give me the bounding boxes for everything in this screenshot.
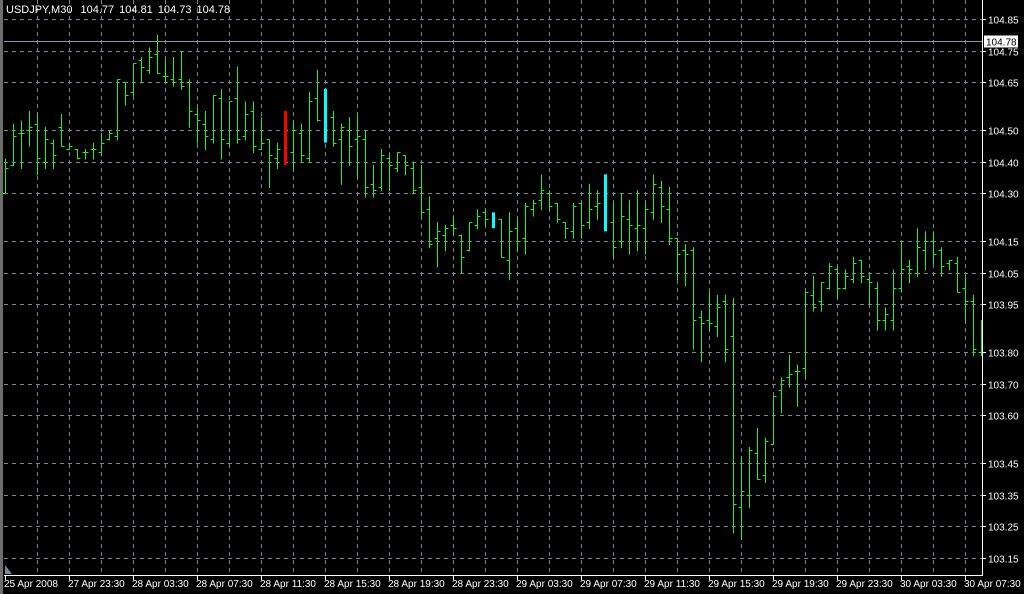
ohlc-bar bbox=[604, 174, 607, 232]
chart-background bbox=[0, 0, 1024, 594]
price-tick-label: 103.15 bbox=[988, 555, 1019, 566]
time-tick-label: 28 Apr 03:30 bbox=[132, 579, 189, 590]
time-tick-label: 29 Apr 23:30 bbox=[836, 579, 893, 590]
price-tick-label: 104.40 bbox=[988, 159, 1019, 170]
highlighted-bar bbox=[492, 212, 495, 229]
price-tick-label: 103.25 bbox=[988, 523, 1019, 534]
price-tick-label: 103.45 bbox=[988, 460, 1019, 471]
price-tick-label: 104.75 bbox=[988, 48, 1019, 59]
time-tick-label: 28 Apr 11:30 bbox=[260, 579, 316, 590]
ohlc-bar bbox=[492, 212, 495, 229]
price-tick-label: 103.70 bbox=[988, 381, 1019, 392]
open-value: 104.77 bbox=[80, 4, 115, 16]
time-tick-label: 28 Apr 19:30 bbox=[388, 579, 445, 590]
current-price-text: 104.78 bbox=[986, 38, 1017, 49]
ohlc-bar bbox=[324, 88, 327, 143]
price-tick-label: 104.50 bbox=[988, 127, 1019, 138]
time-tick-label: 29 Apr 11:30 bbox=[644, 579, 700, 590]
time-tick-label: 30 Apr 07:30 bbox=[964, 579, 1021, 590]
price-tick-label: 104.65 bbox=[988, 79, 1019, 90]
time-tick-label: 28 Apr 23:30 bbox=[452, 579, 509, 590]
highlighted-bar bbox=[324, 88, 327, 143]
time-tick-label: 29 Apr 15:30 bbox=[708, 579, 765, 590]
price-tick-label: 104.05 bbox=[988, 270, 1019, 281]
price-tick-label: 103.35 bbox=[988, 492, 1019, 503]
time-tick-label: 29 Apr 03:30 bbox=[516, 579, 573, 590]
price-tick-label: 104.30 bbox=[988, 190, 1019, 201]
time-tick-label: 29 Apr 07:30 bbox=[580, 579, 637, 590]
highlighted-bar bbox=[604, 174, 607, 232]
ohlc-bar bbox=[284, 110, 287, 165]
price-tick-label: 103.60 bbox=[988, 412, 1019, 423]
highlighted-bar bbox=[284, 110, 287, 165]
time-tick-label: 28 Apr 15:30 bbox=[324, 579, 381, 590]
time-tick-label: 25 Apr 2008 bbox=[4, 579, 58, 590]
left-window-edge bbox=[0, 0, 3, 594]
current-price-label: 104.78 bbox=[984, 35, 1018, 49]
price-tick-label: 103.95 bbox=[988, 301, 1019, 312]
high-value: 104.81 bbox=[119, 4, 153, 16]
price-tick-label: 104.85 bbox=[988, 16, 1019, 27]
low-value: 104.73 bbox=[157, 4, 192, 16]
price-tick-label: 104.15 bbox=[988, 238, 1019, 249]
time-tick-label: 28 Apr 07:30 bbox=[196, 579, 253, 590]
chart-header: USDJPY,M30 104.77 104.81 104.73 104.78 bbox=[6, 4, 235, 16]
time-tick-label: 30 Apr 03:30 bbox=[900, 579, 957, 590]
close-value: 104.78 bbox=[196, 4, 231, 16]
symbol-label: USDJPY,M30 bbox=[6, 4, 73, 16]
price-tick-label: 103.80 bbox=[988, 349, 1019, 360]
time-tick-label: 27 Apr 23:30 bbox=[68, 579, 125, 590]
time-tick-label: 29 Apr 19:30 bbox=[772, 579, 829, 590]
price-chart[interactable]: 104.85 104.75 104.65 104.50 104.40 104.30 104.… bbox=[0, 0, 1024, 594]
